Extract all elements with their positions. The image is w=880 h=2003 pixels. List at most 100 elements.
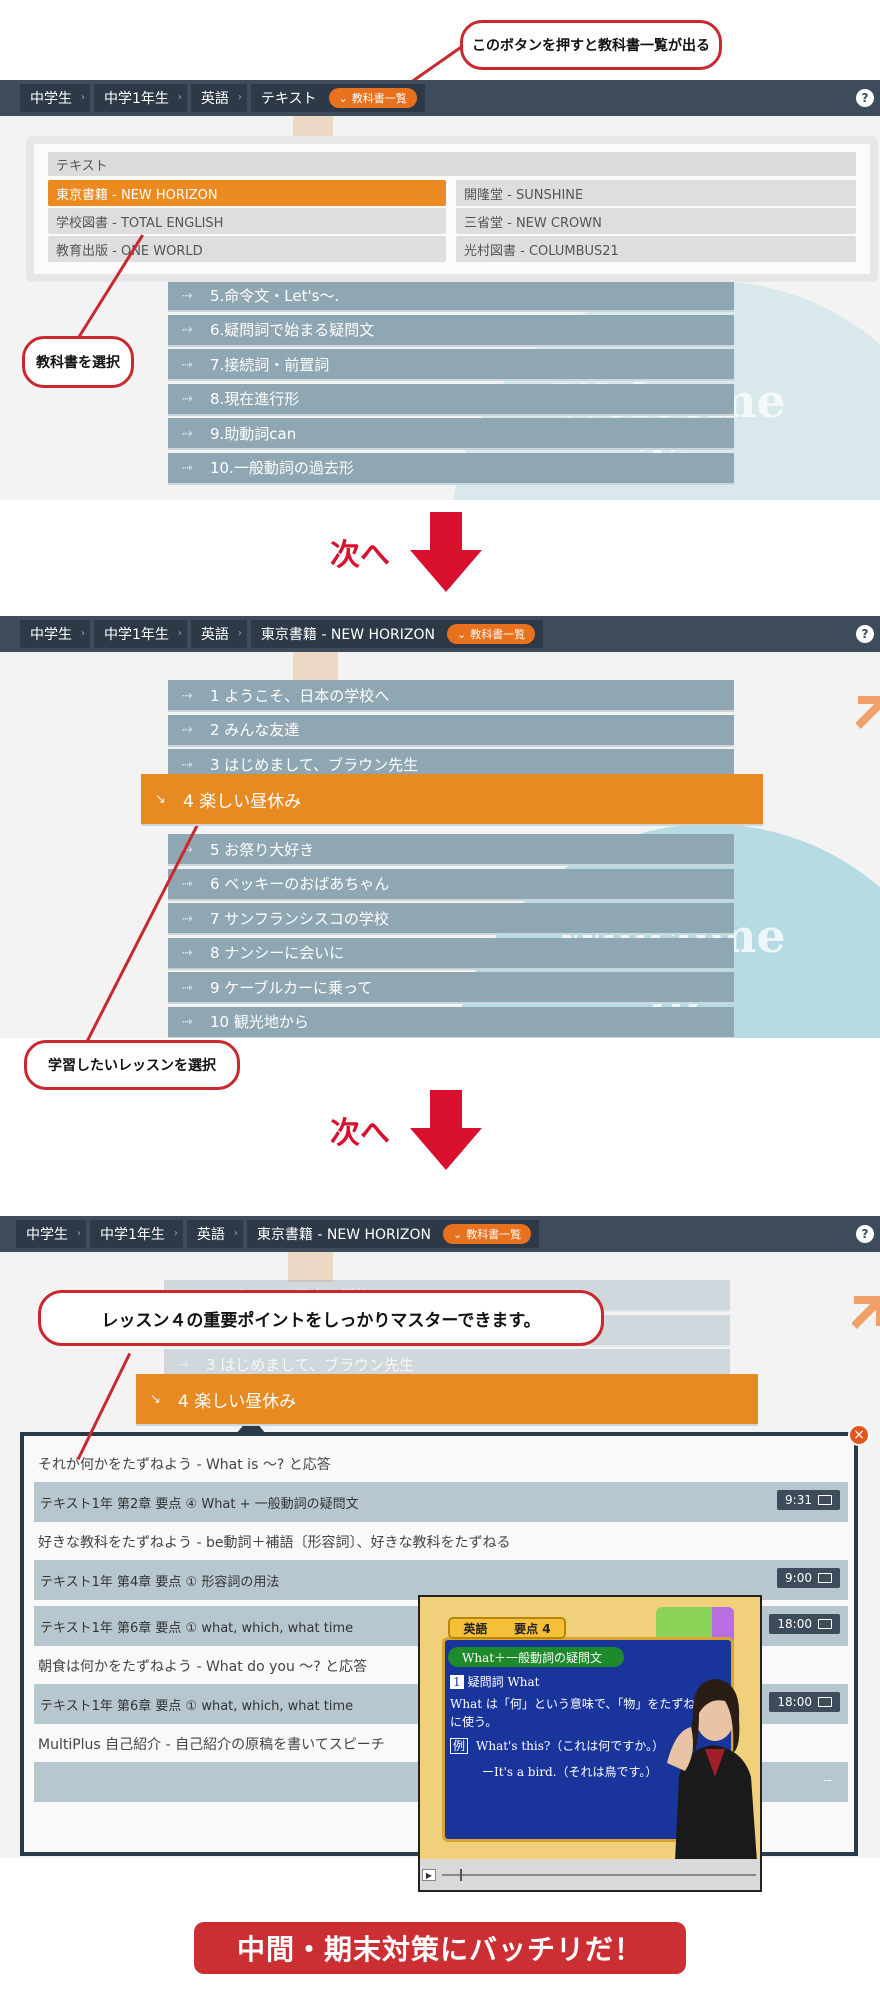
video-player[interactable]: 英語 要点 4 What＋一般動詞の疑問文 1 疑問詞 What What は「何」… [418,1595,762,1892]
crumb-textbook[interactable]: テキスト ⌄ 教科書一覧 [250,84,425,112]
lesson-item[interactable]: ⤑ 5 お祭り大好き [168,834,734,866]
lesson-item[interactable]: ⤑ 10 観光地から [168,1006,734,1038]
lesson-label: 9.助動詞can [210,424,297,443]
lesson-item[interactable]: ⤑ 7.接続詞・前置詞 [168,349,734,381]
lesson-label: 7.接続詞・前置詞 [210,355,330,374]
lesson-label: 6.疑問詞で始まる疑問文 [210,321,375,339]
lesson-label: 3 はじめまして、ブラウン先生 [210,755,419,774]
presenter-image [667,1679,757,1862]
lesson-item[interactable]: ⤑ 6.疑問詞で始まる疑問文 [168,314,734,347]
arrow-icon: ⤑ [182,356,193,372]
help-icon[interactable]: ? [856,625,874,643]
crumb-level[interactable]: 中学生 › [20,620,90,648]
crumb-textbook[interactable]: 東京書籍 - NEW HORIZON ⌄ 教科書一覧 [250,620,544,648]
lesson-item[interactable]: ↘ 4 楽しい昼休み [136,1374,758,1426]
seek-handle[interactable] [460,1869,462,1881]
video-duration: -- [823,1773,832,1787]
video-text: What は「何」という意味で、「物」をたずね [450,1697,696,1711]
section-title: 朝食は何かをたずねよう - What do you ～? と応答 [38,1659,368,1675]
video-row-label: テキスト1年 第2章 要点 ④ What + 一般動詞の疑問文 [40,1496,359,1512]
arrow-icon: ⤑ [182,287,193,303]
textbook-total-english[interactable]: 学校図書 - TOTAL ENGLISH [48,208,446,234]
dropdown-header: テキスト [48,152,856,176]
breadcrumb-bar: 中学生 › 中学1年生 › 英語 › テキスト ⌄ 教科書一覧 ? [0,80,880,116]
textbook-new-crown[interactable]: 三省堂 - NEW CROWN [456,208,856,234]
video-row-label: テキスト1年 第6章 要点 ① what, which, what time [40,1698,354,1714]
play-video-button[interactable]: 9:00 [777,1568,840,1588]
down-arrow-icon [410,512,482,592]
section-title: それが何かをたずねよう - What is ～? と応答 [38,1457,331,1473]
arrow-icon: ⤑ [182,876,193,891]
textbook-sunshine[interactable]: 開隆堂 - SUNSHINE [456,180,856,206]
crumb-level[interactable]: 中学生 › [16,1220,86,1248]
video-duration: 18:00 [777,1695,812,1709]
play-video-button[interactable]: 18:00 [769,1692,840,1712]
lesson-item[interactable]: ⤑ 2 みんな友達 [168,714,734,747]
textbook-list-button[interactable]: ⌄ 教科書一覧 [442,1224,532,1244]
arrow-icon: ⤑ [182,722,193,737]
arrow-icon: ⤑ [182,910,193,926]
crumb-textbook[interactable]: 東京書籍 - NEW HORIZON ⌄ 教科書一覧 [246,1220,540,1248]
textbook-one-world[interactable]: 教育出版 - ONE WORLD [48,236,446,262]
screen-2: Welcome ToOur ⤑1 ようこそ、日本の学校へ⤑2 みんな友達⤑3 は… [0,652,880,1038]
video-tab: 英語 要点 4 [448,1617,566,1639]
textbook-new-horizon[interactable]: 東京書籍 - NEW HORIZON [48,180,446,206]
help-icon[interactable]: ? [856,89,874,107]
video-row[interactable]: テキスト1年 第4章 要点 ① 形容詞の用法 9:00 [34,1560,848,1600]
callout-text: レッスン４の重要ポイントをしっかりマスターできます。 [101,1310,541,1331]
crumb-grade[interactable]: 中学1年生 › [94,84,187,112]
crumb-grade[interactable]: 中学1年生 › [90,1220,183,1248]
lesson-item[interactable]: ⤑ 9 ケーブルカーに乗って [168,972,734,1004]
play-icon[interactable]: ▶ [422,1869,436,1881]
arrow-icon: ⤑ [182,425,193,441]
textbook-list-button[interactable]: ⌄ 教科書一覧 [446,624,536,644]
help-icon[interactable]: ? [856,1225,874,1243]
textbook-columbus21[interactable]: 光村図書 - COLUMBUS21 [456,236,856,262]
callout-lesson-point: レッスン４の重要ポイントをしっかりマスターできます。 [38,1290,604,1346]
close-icon[interactable]: × [848,1424,870,1446]
lesson-label: 4 楽しい昼休み [183,791,302,812]
crumb-grade[interactable]: 中学1年生 › [94,620,187,648]
lesson-item[interactable]: ⤑ 8 ナンシーに会いに [168,937,734,970]
play-video-button[interactable]: 18:00 [769,1614,840,1634]
crumb-subject[interactable]: 英語 › [190,84,247,112]
arrow-icon: ⤑ [178,1356,189,1372]
play-video-button[interactable]: -- [815,1770,840,1790]
crumb-subject[interactable]: 英語 › [186,1220,243,1248]
lesson-label: 8.現在進行形 [210,390,300,408]
arrow-icon: ⤑ [182,945,193,960]
section-title: MultiPlus 自己紹介 - 自己紹介の原稿を書いてスピーチ [38,1737,385,1753]
video-duration: 9:00 [785,1571,812,1585]
down-arrow-icon [410,1090,482,1170]
lesson-label: 8 ナンシーに会いに [210,944,345,962]
lesson-item[interactable]: ⤑ 9.助動詞can [168,418,734,450]
play-video-button[interactable]: 9:31 [777,1490,840,1510]
arrow-icon: ⤑ [182,391,193,406]
seek-bar[interactable] [442,1874,756,1876]
video-row-label: テキスト1年 第6章 要点 ① what, which, what time [40,1620,354,1636]
arrow-icon: ⤑ [182,979,193,995]
crumb-subject[interactable]: 英語 › [190,620,247,648]
lesson-item[interactable]: ⤑ 5.命令文・Let's～. [168,280,734,312]
breadcrumb: 中学生 › 中学1年生 › 英語 › 東京書籍 - NEW HORIZON ⌄ 教科書一覧 [20,620,544,648]
video-text: 1 疑問詞 What [450,1673,540,1690]
lesson-item[interactable]: ⤑ 6 ベッキーのおばあちゃん [168,868,734,901]
lesson-item[interactable]: ↘ 4 楽しい昼休み [141,774,763,826]
lesson-item[interactable]: ⤑ 1 ようこそ、日本の学校へ [168,680,734,712]
video-controls[interactable]: ▶ [420,1859,760,1890]
lesson-item[interactable]: ⤑ 8.現在進行形 [168,383,734,416]
arrow-icon: ⤑ [182,687,193,703]
callout-select-textbook: 教科書を選択 [22,336,134,388]
selected-arrow-icon: ↘ [155,791,166,807]
callout-text: このボタンを押すと教科書一覧が出る [472,38,710,54]
section-title: 好きな教科をたずねよう - be動詞＋補語〔形容詞〕、好きな教科をたずねる [38,1535,511,1551]
chevron-down-icon: ⌄ [338,91,348,105]
lesson-label: 5.命令文・Let's～. [210,286,340,305]
background-strip [288,1252,333,1282]
video-row[interactable]: テキスト1年 第2章 要点 ④ What + 一般動詞の疑問文 9:31 [34,1482,848,1522]
crumb-level[interactable]: 中学生 › [20,84,90,112]
textbook-list-button[interactable]: ⌄ 教科書一覧 [328,88,417,108]
lesson-item[interactable]: ⤑ 10.一般動詞の過去形 [168,452,734,485]
monitor-icon [818,1619,832,1629]
lesson-item[interactable]: ⤑ 7 サンフランシスコの学校 [168,903,734,935]
